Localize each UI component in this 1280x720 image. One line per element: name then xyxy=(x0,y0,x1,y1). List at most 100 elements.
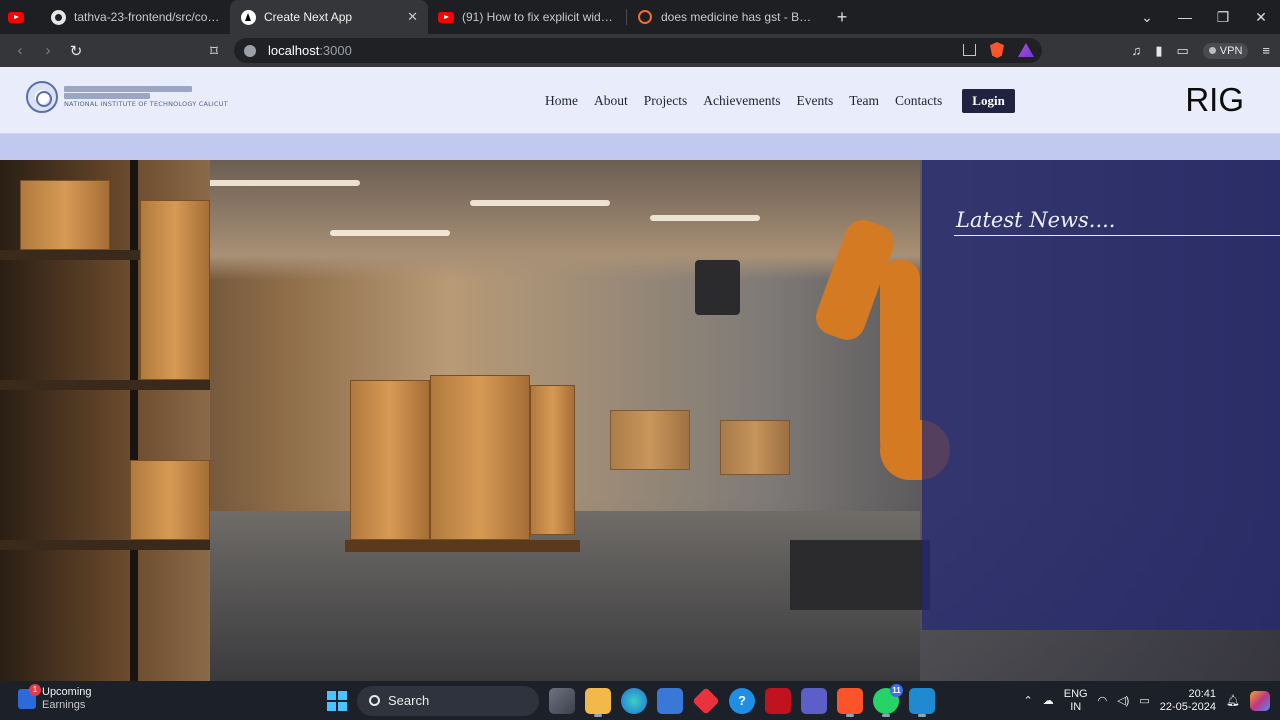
teams-icon[interactable] xyxy=(801,687,827,714)
task-view-icon[interactable] xyxy=(549,687,575,714)
pinned-tab-youtube[interactable] xyxy=(0,0,40,34)
brave-icon[interactable] xyxy=(837,687,863,717)
media-icon[interactable]: ♫ xyxy=(1132,43,1142,58)
brave-search-icon xyxy=(637,9,653,25)
ceiling-light xyxy=(330,230,450,236)
region-code: IN xyxy=(1070,700,1082,713)
news-divider xyxy=(954,235,1280,236)
volume-icon[interactable]: ◁) xyxy=(1117,694,1129,707)
robot-base xyxy=(790,540,930,610)
nav-team[interactable]: Team xyxy=(849,93,879,109)
clock-date: 22-05-2024 xyxy=(1159,700,1217,713)
tab-create-next-app[interactable]: Create Next App ✕ xyxy=(230,0,428,34)
window-controls: ⌄ — ❐ ✕ xyxy=(1128,0,1280,34)
pallet xyxy=(345,540,580,552)
search-icon xyxy=(369,695,380,706)
menu-icon[interactable]: ≡ xyxy=(1262,43,1270,58)
cardboard-box xyxy=(530,385,575,535)
start-icon[interactable] xyxy=(327,690,347,711)
brave-rewards-icon[interactable] xyxy=(1018,43,1034,57)
tab-title: does medicine has gst - Brave Search xyxy=(661,10,815,24)
forward-icon[interactable]: › xyxy=(34,42,62,59)
rewards-badge xyxy=(1030,43,1034,49)
system-tray: ⌃ ☁ ENG IN ◠ ◁) ▭ 20:41 22-05-2024 🔔︎ xyxy=(1024,681,1280,720)
clock[interactable]: 20:41 22-05-2024 xyxy=(1160,688,1216,714)
main-nav: Home About Projects Achievements Events … xyxy=(545,89,1015,113)
tab-search-icon[interactable]: ⌄ xyxy=(1128,9,1166,26)
nav-achievements[interactable]: Achievements xyxy=(703,93,780,109)
copilot-icon[interactable] xyxy=(1250,690,1270,711)
anydesk-icon[interactable] xyxy=(692,686,720,715)
wifi-icon[interactable]: ◠ xyxy=(1098,694,1108,707)
nav-home[interactable]: Home xyxy=(545,93,578,109)
login-button[interactable]: Login xyxy=(962,89,1015,113)
tab-title: tathva-23-frontend/src/components xyxy=(74,10,220,24)
nav-contacts[interactable]: Contacts xyxy=(895,93,942,109)
sidebar-icon[interactable]: ▮ xyxy=(1155,43,1162,59)
latest-news-panel: Latest News.... xyxy=(922,160,1280,630)
help-icon[interactable]: ? xyxy=(729,687,755,714)
minimize-icon[interactable]: — xyxy=(1166,9,1204,25)
notifications-icon[interactable]: 🔔︎ xyxy=(1226,694,1240,707)
cardboard-box xyxy=(430,375,530,540)
address-bar-actions xyxy=(963,42,1034,58)
close-window-icon[interactable]: ✕ xyxy=(1242,9,1280,26)
tab-brave-search[interactable]: does medicine has gst - Brave Search xyxy=(627,0,825,34)
nav-events[interactable]: Events xyxy=(796,93,833,109)
browser-tab-strip: tathva-23-frontend/src/components Create… xyxy=(0,0,1280,34)
wallet-icon[interactable]: ▭ xyxy=(1176,43,1188,59)
widgets-subtitle: Earnings xyxy=(42,699,86,711)
cardboard-box xyxy=(720,420,790,475)
tab-github[interactable]: tathva-23-frontend/src/components xyxy=(40,0,230,34)
nitc-logo[interactable]: NATIONAL INSTITUTE OF TECHNOLOGY CALICUT xyxy=(26,81,228,113)
vscode-icon[interactable] xyxy=(909,687,935,717)
nav-about[interactable]: About xyxy=(594,93,628,109)
clock-time: 20:41 xyxy=(1188,687,1217,700)
warehouse-ceiling xyxy=(120,160,920,280)
language-indicator[interactable]: ENG IN xyxy=(1064,688,1088,714)
nitc-emblem-icon xyxy=(26,81,58,113)
search-label: Search xyxy=(388,693,430,708)
onedrive-icon[interactable]: ☁ xyxy=(1043,694,1054,707)
shelf-board xyxy=(0,380,210,390)
logo-text: NATIONAL INSTITUTE OF TECHNOLOGY CALICUT xyxy=(64,86,228,108)
nav-projects[interactable]: Projects xyxy=(644,93,688,109)
site-header: NATIONAL INSTITUTE OF TECHNOLOGY CALICUT… xyxy=(0,67,1280,134)
site-info-icon[interactable] xyxy=(244,44,256,57)
stocks-icon: 1 xyxy=(18,684,41,709)
reload-icon[interactable]: ↻ xyxy=(62,42,90,60)
whatsapp-icon[interactable]: 11 xyxy=(873,683,903,717)
bookmark-icon[interactable]: ⌑ xyxy=(200,42,228,60)
edge-icon[interactable] xyxy=(621,687,647,714)
cardboard-box xyxy=(20,180,110,250)
latest-news-title: Latest News.... xyxy=(956,208,1116,232)
tab-title: (91) How to fix explicit width & heigh xyxy=(462,10,616,24)
widgets-title: Upcoming xyxy=(42,686,92,698)
tab-youtube-video[interactable]: (91) How to fix explicit width & heigh xyxy=(428,0,626,34)
address-bar[interactable]: localhost:3000 xyxy=(234,38,1042,63)
close-tab-icon[interactable]: ✕ xyxy=(407,9,418,25)
share-icon[interactable] xyxy=(963,44,976,56)
maximize-icon[interactable]: ❐ xyxy=(1204,9,1242,26)
file-explorer-icon[interactable] xyxy=(585,687,611,717)
url-port: :3000 xyxy=(319,43,352,58)
new-tab-button[interactable]: + xyxy=(825,0,859,34)
robot-gripper xyxy=(695,260,740,315)
logo-malayalam-text xyxy=(64,86,192,92)
show-hidden-icons[interactable]: ⌃ xyxy=(1024,694,1033,707)
cardboard-box xyxy=(610,410,690,470)
mcafee-icon[interactable] xyxy=(765,687,791,714)
taskbar-search[interactable]: Search xyxy=(357,685,539,716)
tab-title: Create Next App xyxy=(264,10,353,24)
nextjs-icon xyxy=(240,9,256,25)
widgets-button[interactable]: 1 Upcoming Earnings xyxy=(18,684,92,712)
widgets-badge: 1 xyxy=(29,684,41,696)
battery-icon[interactable]: ▭ xyxy=(1139,694,1149,707)
browser-toolbar: ‹ › ↻ ⌑ localhost:3000 ♫ ▮ ▭ VPN ≡ xyxy=(0,34,1280,67)
shelf-board xyxy=(0,540,210,550)
store-icon[interactable] xyxy=(657,687,683,714)
back-icon[interactable]: ‹ xyxy=(6,42,34,59)
brave-shields-icon[interactable] xyxy=(990,42,1004,58)
windows-taskbar: 1 Upcoming Earnings Search ? 11 ⌃ ☁ ENG … xyxy=(0,681,1280,720)
vpn-button[interactable]: VPN xyxy=(1202,42,1249,59)
